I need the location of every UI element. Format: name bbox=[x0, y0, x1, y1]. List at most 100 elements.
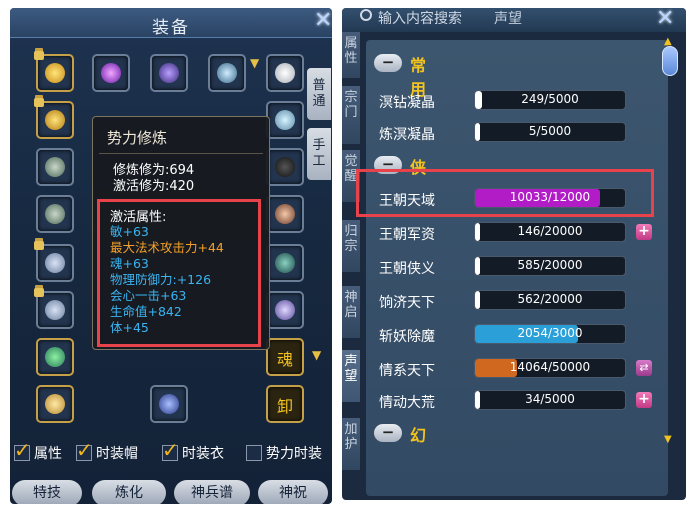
equip-slot[interactable] bbox=[34, 51, 74, 92]
equip-slot[interactable] bbox=[36, 385, 74, 423]
tab-normal[interactable]: 普通 bbox=[307, 68, 331, 120]
tab-revelation[interactable]: 神启 bbox=[342, 286, 360, 338]
divider bbox=[99, 153, 263, 154]
boots-icon bbox=[159, 394, 179, 414]
activation-stat: 激活修为:420 bbox=[113, 179, 195, 194]
equip-slot[interactable] bbox=[36, 338, 74, 376]
checkbox-label: 时装衣 bbox=[182, 446, 224, 462]
search-placeholder: 输入内容搜索 bbox=[378, 11, 462, 27]
equip-slot[interactable] bbox=[92, 54, 130, 92]
gear-icon bbox=[45, 110, 65, 130]
tab-weapon-codex[interactable]: 神兵谱 bbox=[174, 480, 250, 504]
progress-text: 34/5000 bbox=[525, 392, 575, 406]
badge-icon bbox=[45, 394, 65, 414]
equipment-panel: 装备 ✕ ▼ 魂 ▼ 卸 普通 手工 势力修炼 修炼修为:694 激活修为:42… bbox=[10, 8, 332, 504]
soul-label: 魂 bbox=[277, 350, 294, 369]
equip-slot[interactable] bbox=[34, 288, 74, 329]
rep-label: 王朝侠义 bbox=[379, 261, 435, 277]
rep-progress: 146/20000 bbox=[474, 222, 626, 242]
equip-slot[interactable] bbox=[266, 244, 304, 282]
equip-slot[interactable] bbox=[150, 385, 188, 423]
tab-blessing[interactable]: 神祝 bbox=[258, 480, 328, 504]
attr-line: 生命值+842 bbox=[110, 304, 182, 319]
unload-label: 卸 bbox=[277, 397, 294, 416]
tab-refine[interactable]: 炼化 bbox=[92, 480, 166, 504]
checkbox-fashion-clothes[interactable]: ✓ 时装衣 bbox=[162, 440, 224, 463]
tab-label: 声望 bbox=[344, 354, 358, 384]
tab-label: 特技 bbox=[33, 485, 61, 501]
rep-progress: 34/5000 bbox=[474, 390, 626, 410]
rep-label: 饷济天下 bbox=[379, 295, 435, 311]
title-bar: 装备 bbox=[10, 8, 332, 38]
close-icon[interactable]: ✕ bbox=[314, 8, 332, 33]
tab-label: 宗门 bbox=[344, 90, 358, 120]
cultivation-tooltip: 势力修炼 修炼修为:694 激活修为:420 激活属性: 敏+63 最大法术攻击… bbox=[92, 116, 270, 350]
tab-attributes[interactable]: 属性 bbox=[342, 32, 360, 78]
equip-slot[interactable] bbox=[266, 195, 304, 233]
ring-icon bbox=[45, 204, 65, 224]
equip-slot[interactable] bbox=[266, 148, 304, 186]
scrollbar-thumb[interactable] bbox=[662, 46, 678, 76]
tab-guard[interactable]: 加护 bbox=[342, 418, 360, 470]
amulet-icon bbox=[45, 347, 65, 367]
portrait-icon bbox=[275, 204, 295, 224]
bracer-icon bbox=[45, 300, 65, 320]
tab-return[interactable]: 归宗 bbox=[342, 220, 360, 272]
attr-line: 体+45 bbox=[110, 320, 149, 335]
checkbox-fashion-hat[interactable]: ✓ 时装帽 bbox=[76, 440, 138, 463]
exchange-button[interactable]: ⇄ bbox=[636, 360, 652, 376]
rep-progress: 585/20000 bbox=[474, 256, 626, 276]
equip-slot[interactable] bbox=[34, 98, 74, 139]
equip-slot[interactable] bbox=[36, 148, 74, 186]
soul-slot[interactable]: 魂 bbox=[266, 338, 304, 376]
expand-icon[interactable]: ▼ bbox=[312, 348, 321, 362]
equip-slot[interactable] bbox=[150, 54, 188, 92]
top-bar: 输入内容搜索 声望 bbox=[342, 8, 686, 32]
search-input[interactable]: 输入内容搜索 bbox=[358, 8, 478, 28]
equip-slot[interactable] bbox=[36, 195, 74, 233]
add-button[interactable]: + bbox=[636, 392, 652, 408]
equip-slot[interactable] bbox=[266, 291, 304, 329]
tab-label: 加护 bbox=[344, 422, 358, 452]
tooltip-title: 势力修炼 bbox=[107, 129, 168, 147]
rep-label: 情动大荒 bbox=[379, 395, 435, 411]
close-icon[interactable]: ✕ bbox=[656, 8, 674, 31]
collapse-icon[interactable]: − bbox=[374, 424, 402, 442]
equip-slot[interactable] bbox=[266, 54, 304, 92]
tab-label: 属性 bbox=[344, 36, 358, 66]
wings-icon bbox=[217, 63, 237, 83]
tab-handmade[interactable]: 手工 bbox=[307, 128, 331, 180]
progress-text: 249/5000 bbox=[521, 92, 579, 106]
check-icon: ✓ bbox=[14, 438, 31, 462]
horse-icon bbox=[275, 253, 295, 273]
attr-line: 敏+63 bbox=[110, 224, 149, 239]
add-button[interactable]: + bbox=[636, 224, 652, 240]
attr-line: 最大法术攻击力+44 bbox=[110, 240, 224, 255]
equip-slot[interactable] bbox=[266, 101, 304, 139]
equip-slot[interactable] bbox=[34, 241, 74, 282]
scroll-up-icon[interactable]: ▲ bbox=[664, 36, 672, 47]
armor-icon bbox=[275, 110, 295, 130]
reputation-list: − 常用 溟钻凝晶 249/5000 炼溟凝晶 5/5000 − 侠 王朝天域 … bbox=[366, 40, 668, 496]
tab-sect[interactable]: 宗门 bbox=[342, 86, 360, 144]
pet-icon bbox=[275, 300, 295, 320]
tab-label: 神启 bbox=[344, 290, 358, 320]
equip-slot[interactable] bbox=[208, 54, 246, 92]
rep-progress: 562/20000 bbox=[474, 290, 626, 310]
rep-progress: 249/5000 bbox=[474, 90, 626, 110]
orb-icon bbox=[101, 63, 121, 83]
tab-skills[interactable]: 特技 bbox=[12, 480, 82, 504]
unload-button[interactable]: 卸 bbox=[266, 385, 304, 423]
collapse-icon[interactable]: − bbox=[374, 54, 402, 72]
progress-text: 14064/50000 bbox=[509, 360, 591, 374]
progress-text: 2054/3000 bbox=[517, 326, 583, 340]
progress-text: 5/5000 bbox=[528, 124, 572, 138]
checkbox-attributes[interactable]: ✓ 属性 bbox=[14, 438, 62, 463]
checkbox-label: 属性 bbox=[34, 446, 62, 462]
checkbox-faction-fashion[interactable]: 势力时装 bbox=[246, 443, 322, 463]
tab-reputation[interactable]: 声望 bbox=[342, 350, 360, 402]
tab-label: 神兵谱 bbox=[191, 485, 233, 501]
expand-icon[interactable]: ▼ bbox=[250, 56, 259, 70]
scroll-down-icon[interactable]: ▼ bbox=[664, 434, 672, 445]
gear-icon bbox=[45, 63, 65, 83]
